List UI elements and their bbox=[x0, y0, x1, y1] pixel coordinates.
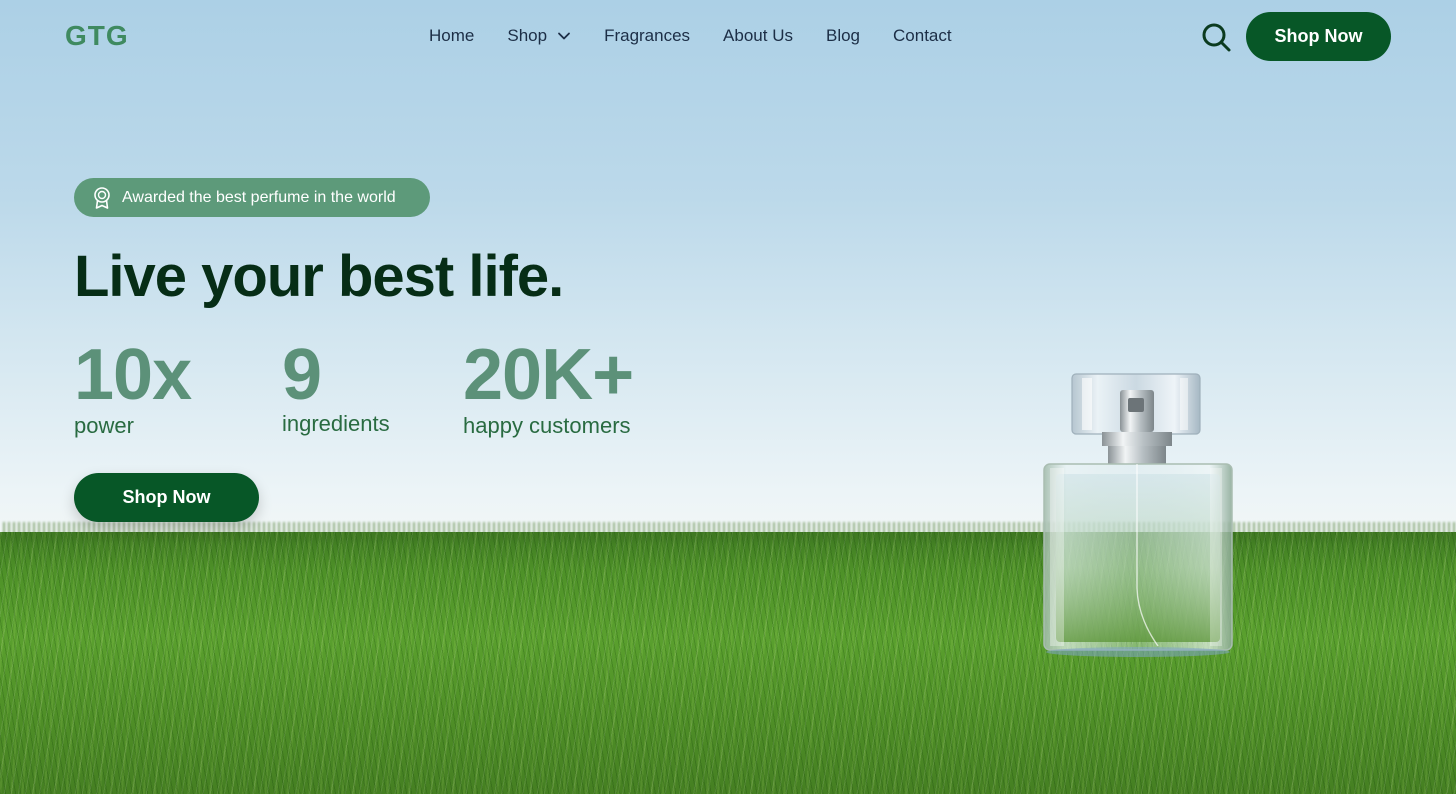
perfume-bottle-image bbox=[1043, 373, 1233, 657]
nav-blog-label: Blog bbox=[825, 26, 861, 45]
search-icon bbox=[1202, 23, 1231, 52]
nav-contact-label: Contact bbox=[893, 26, 952, 45]
nav-home-label: Home bbox=[429, 26, 475, 45]
stat-ingredients: 9 ingredients bbox=[282, 339, 390, 437]
nav-blog[interactable]: Blog bbox=[826, 26, 860, 46]
stat-value: 9 bbox=[282, 335, 322, 415]
nav-fragrances[interactable]: Fragrances bbox=[604, 26, 690, 46]
hero-shop-now-button[interactable]: Shop Now bbox=[74, 473, 259, 522]
stat-label: happy customers bbox=[463, 413, 631, 438]
nav-shop[interactable]: Shop bbox=[507, 26, 571, 46]
award-badge: Awarded the best perfume in the world bbox=[74, 178, 430, 217]
stat-happy-customers: 20K+ happy customers bbox=[463, 335, 634, 439]
nav-about-us-label: About Us bbox=[723, 26, 793, 45]
nav-home[interactable]: Home bbox=[429, 26, 474, 46]
stat-label: power bbox=[74, 413, 134, 438]
nav-contact[interactable]: Contact bbox=[893, 26, 952, 46]
header-shop-now-button[interactable]: Shop Now bbox=[1246, 12, 1391, 61]
nav-fragrances-label: Fragrances bbox=[604, 26, 691, 45]
site-logo[interactable]: GTG bbox=[65, 20, 129, 52]
search-button[interactable] bbox=[1199, 20, 1233, 54]
nav-about-us[interactable]: About Us bbox=[723, 26, 793, 46]
nav-shop-label: Shop bbox=[507, 26, 548, 45]
award-badge-text: Awarded the best perfume in the world bbox=[122, 188, 396, 206]
stat-power: 10x power bbox=[74, 335, 192, 439]
chevron-down-icon bbox=[558, 32, 570, 40]
award-ribbon-icon bbox=[94, 186, 110, 209]
main-nav: Home Shop Fragrances About Us Blog Conta… bbox=[429, 26, 952, 46]
stat-value: 20K+ bbox=[463, 335, 634, 415]
hero-headline: Live your best life. bbox=[74, 244, 564, 309]
stat-value: 10x bbox=[74, 335, 192, 415]
stat-label: ingredients bbox=[282, 411, 390, 436]
